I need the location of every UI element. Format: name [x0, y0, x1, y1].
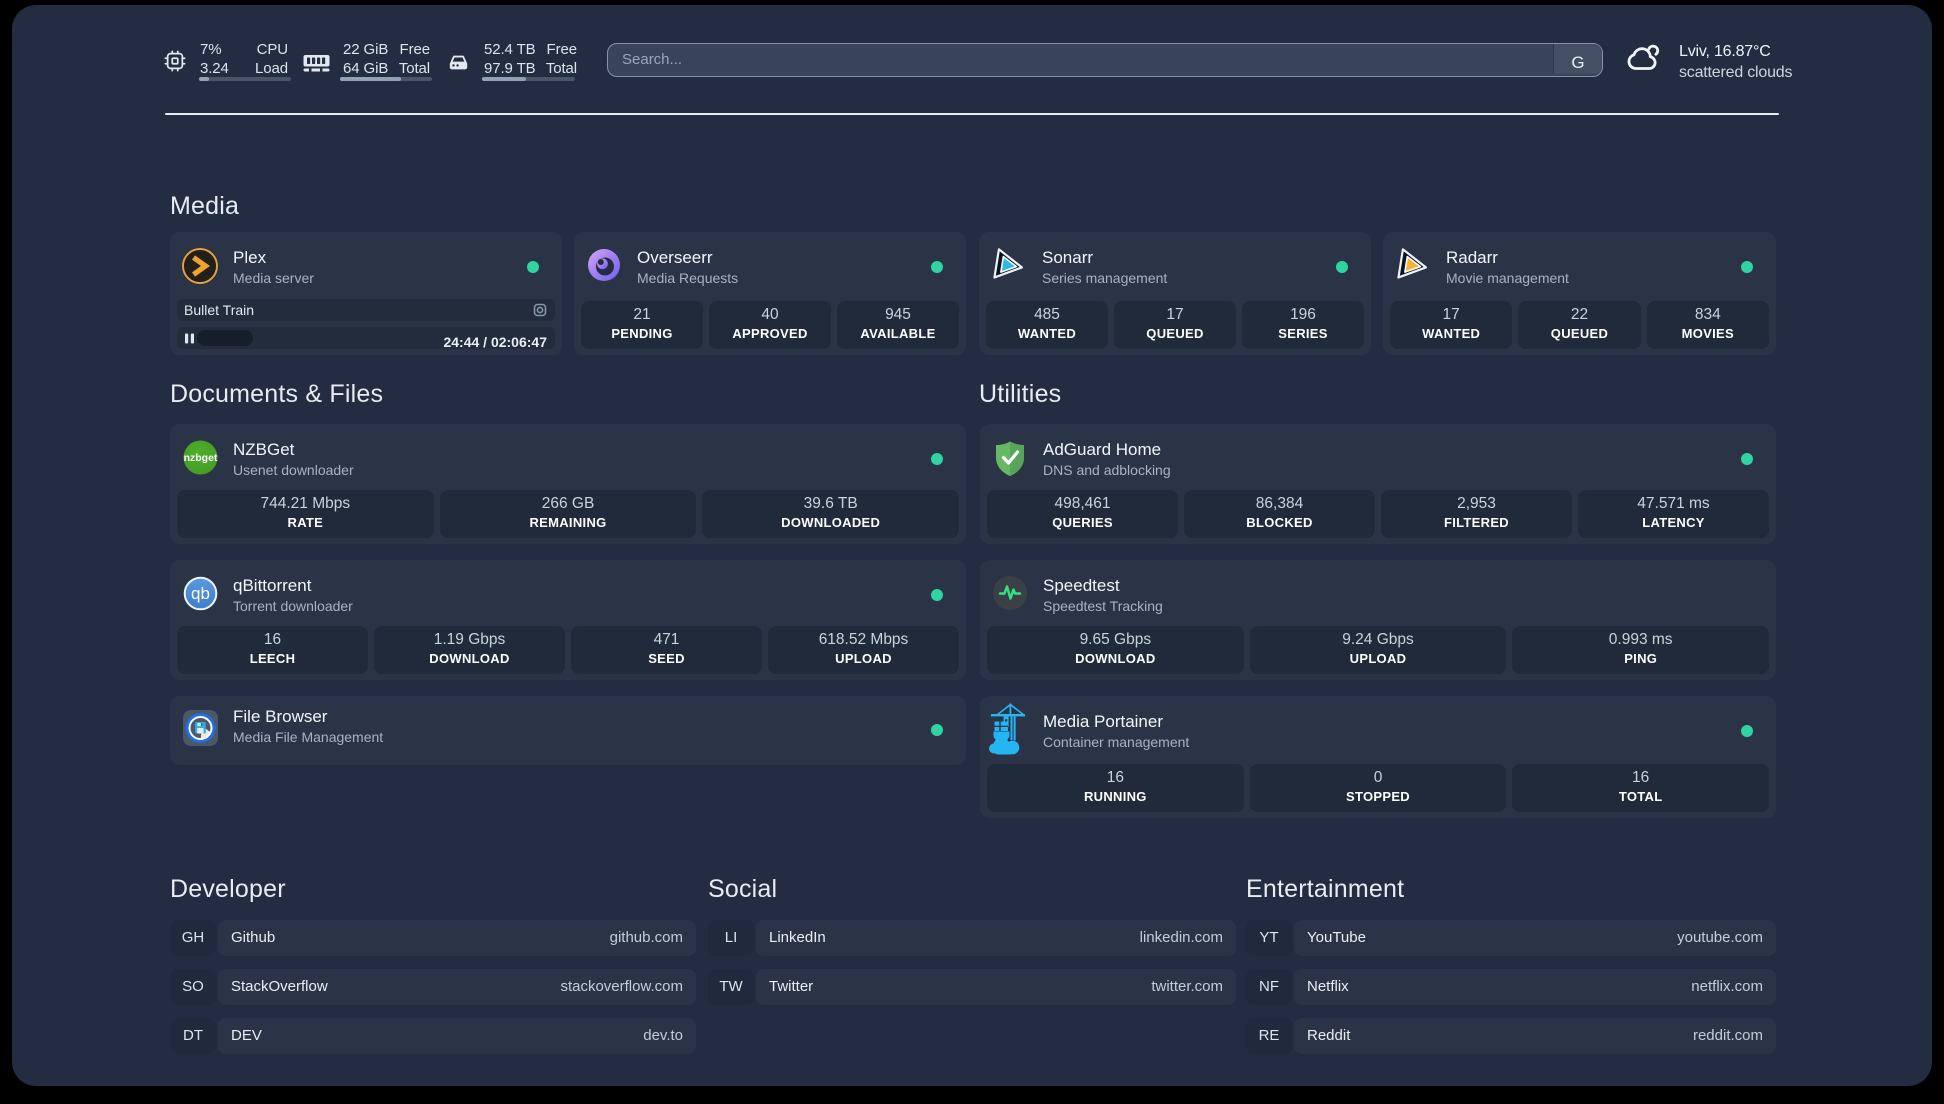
- svg-text:nzbget: nzbget: [184, 452, 218, 464]
- svg-text:qb: qb: [191, 584, 210, 603]
